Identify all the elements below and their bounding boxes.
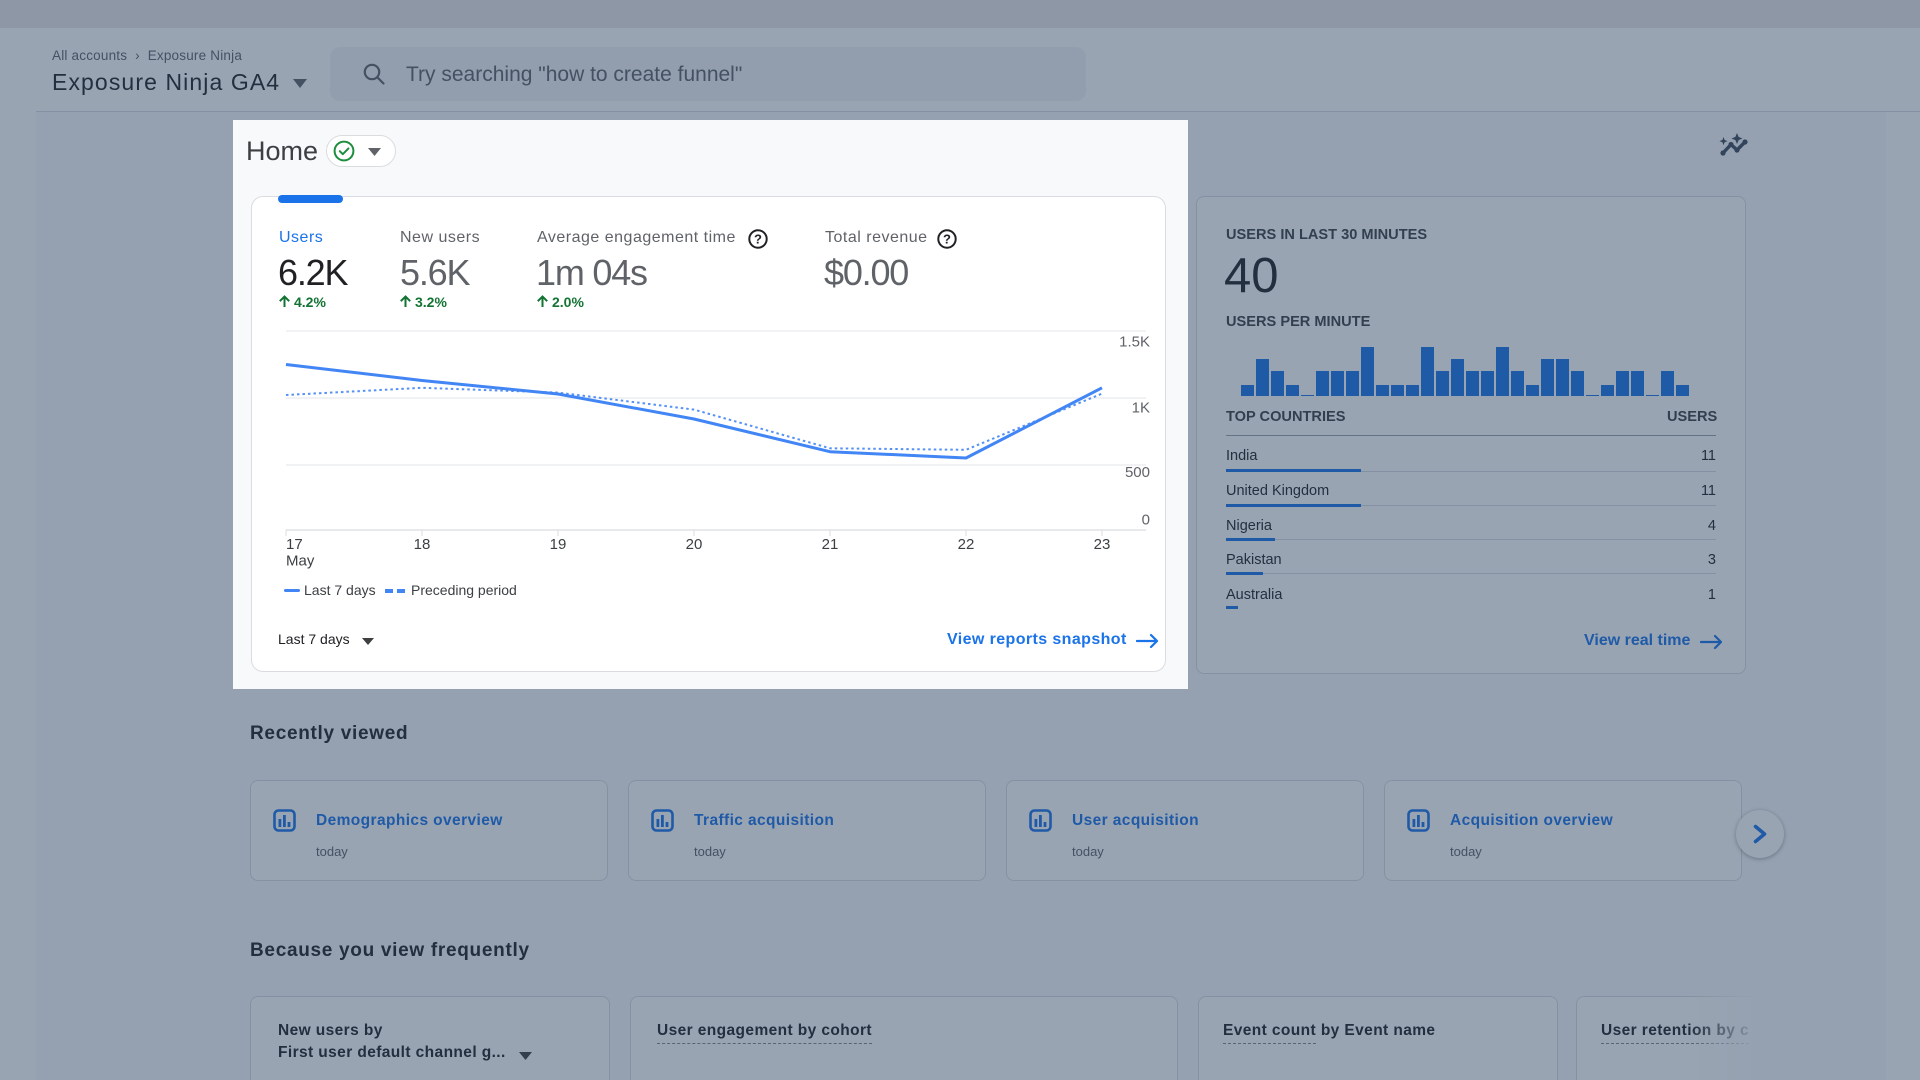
svg-text:0: 0 <box>1142 512 1150 529</box>
svg-text:500: 500 <box>1125 464 1150 481</box>
svg-text:May: May <box>286 553 315 570</box>
svg-text:1K: 1K <box>1132 400 1150 417</box>
svg-text:20: 20 <box>686 536 703 553</box>
svg-text:23: 23 <box>1094 536 1111 553</box>
svg-text:22: 22 <box>958 536 975 553</box>
svg-text:?: ? <box>943 231 951 246</box>
svg-text:19: 19 <box>550 536 567 553</box>
svg-text:17: 17 <box>286 536 303 553</box>
svg-text:18: 18 <box>414 536 431 553</box>
svg-text:?: ? <box>754 231 762 246</box>
svg-text:1.5K: 1.5K <box>1119 334 1150 351</box>
svg-text:21: 21 <box>822 536 839 553</box>
